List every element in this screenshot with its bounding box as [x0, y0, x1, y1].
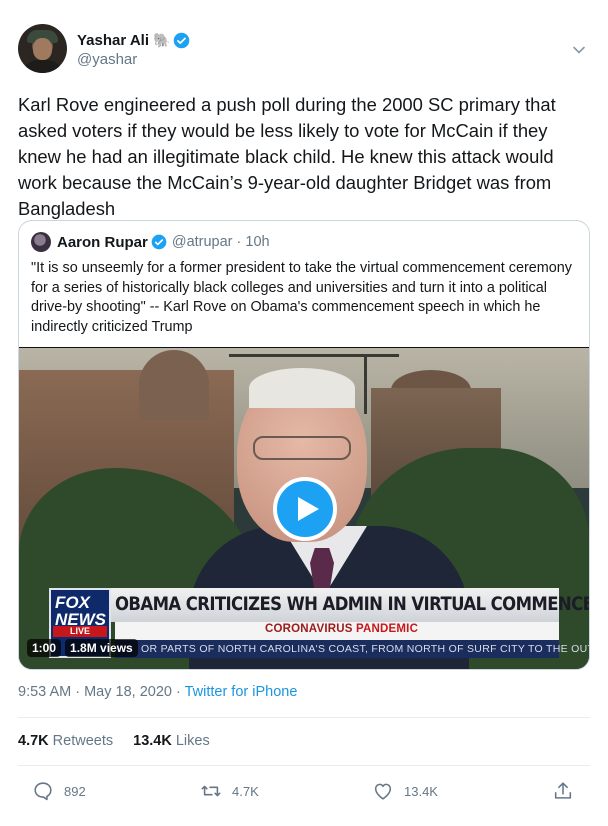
quoted-author-handle-time[interactable]: @atrupar · 10h [172, 234, 270, 250]
tweet-timestamp[interactable]: 9:53 AM · May 18, 2020 · [18, 684, 185, 700]
live-tag: LIVE [53, 626, 107, 637]
reply-count: 892 [64, 783, 86, 799]
news-ticker: OR PARTS OF NORTH CAROLINA'S COAST, FROM… [115, 640, 589, 658]
tweet-meta: 9:53 AM · May 18, 2020 · Twitter for iPh… [18, 684, 297, 700]
tweet-text: Karl Rove engineered a push poll during … [18, 94, 556, 219]
news-subhead-bar: CORONAVIRUS PANDEMIC [115, 622, 559, 640]
news-subhead-prefix: CORONAVIRUS [265, 623, 356, 635]
crane-graphic [229, 354, 399, 357]
play-icon [298, 497, 319, 521]
retweets-count: 4.7K [18, 733, 49, 749]
verified-badge-icon [151, 234, 167, 250]
divider [18, 765, 590, 766]
elephant-emoji: 🐘 [152, 31, 171, 48]
quoted-tweet-header: Aaron Rupar @atrupar · 10h [31, 231, 270, 253]
retweets-stat[interactable]: 4.7K Retweets [18, 733, 113, 749]
retweet-button[interactable]: 4.7K [200, 779, 259, 803]
tweet-header: Yashar Ali 🐘 @yashar [18, 24, 590, 76]
quoted-tweet-text: "It is so unseemly for a former presiden… [31, 260, 572, 335]
chevron-down-icon[interactable] [572, 43, 586, 57]
video-badges: 1:00 1.8M views [27, 638, 138, 658]
tweet-stats: 4.7K Retweets 13.4K Likes [18, 733, 210, 749]
news-lower-third: OBAMA CRITICIZES WH ADMIN IN VIRTUAL COM… [49, 588, 589, 622]
share-button[interactable] [552, 779, 574, 803]
reply-button[interactable]: 892 [32, 779, 86, 803]
retweet-count: 4.7K [232, 783, 259, 799]
tweet-actions: 892 4.7K 13.4K [18, 779, 590, 803]
quoted-author-avatar[interactable] [31, 232, 51, 252]
play-button[interactable] [273, 477, 337, 541]
news-subhead: CORONAVIRUS PANDEMIC [265, 623, 418, 635]
video-player[interactable]: OBAMA CRITICIZES WH ADMIN IN VIRTUAL COM… [19, 347, 589, 669]
news-headline: OBAMA CRITICIZES WH ADMIN IN VIRTUAL COM… [115, 592, 589, 615]
like-button[interactable]: 13.4K [372, 779, 438, 803]
video-views: 1.8M views [65, 639, 138, 657]
video-duration: 1:00 [27, 639, 62, 657]
author-display-name[interactable]: Yashar Ali [77, 32, 149, 49]
share-icon [554, 782, 572, 799]
author-avatar[interactable] [18, 24, 67, 73]
news-subhead-accent: PANDEMIC [356, 623, 419, 635]
news-ticker-text: OR PARTS OF NORTH CAROLINA'S COAST, FROM… [141, 643, 589, 655]
quoted-tweet[interactable]: Aaron Rupar @atrupar · 10h "It is so uns… [18, 220, 590, 670]
heart-icon [374, 783, 392, 800]
likes-stat[interactable]: 13.4K Likes [133, 733, 210, 749]
divider [18, 717, 590, 718]
retweets-label: Retweets [52, 733, 114, 749]
verified-badge-icon [174, 32, 190, 48]
author-handle[interactable]: @yashar [77, 51, 190, 68]
tweet-source[interactable]: Twitter for iPhone [185, 684, 298, 700]
quoted-author-display-name[interactable]: Aaron Rupar [57, 234, 148, 251]
fox-news-logo-text: FOX NEWS [55, 593, 106, 629]
like-count: 13.4K [404, 783, 438, 799]
likes-count: 13.4K [133, 733, 172, 749]
author-names: Yashar Ali 🐘 @yashar [77, 30, 190, 68]
reply-icon [34, 782, 52, 801]
likes-label: Likes [175, 733, 210, 749]
retweet-icon [201, 785, 221, 797]
